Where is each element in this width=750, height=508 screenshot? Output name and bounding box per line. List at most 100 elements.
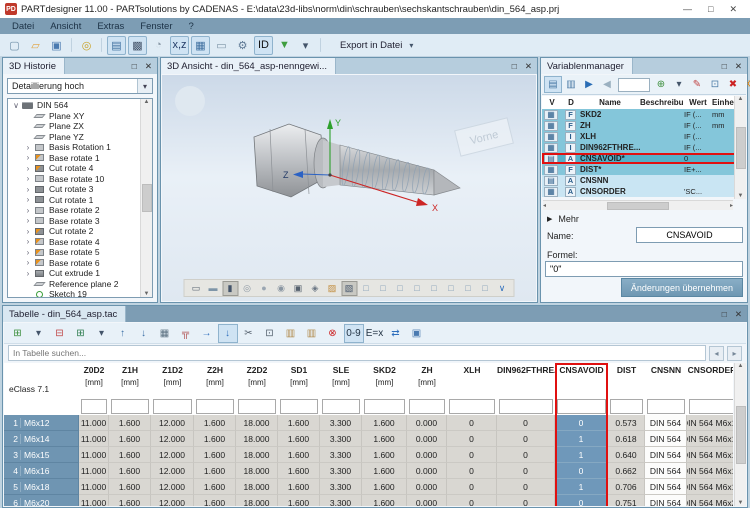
table-cell[interactable]: 1.600 [362,463,407,479]
tree-expander-icon[interactable]: › [23,185,33,194]
more-views-icon[interactable]: ∨ [494,281,510,296]
search-prev-icon[interactable]: ◂ [709,346,724,361]
panel-close-button[interactable]: ✕ [145,61,152,72]
table-cell[interactable]: 0.000 [407,431,447,447]
tree-scrollbar[interactable]: ▲ ▼ [140,99,152,297]
table-cell[interactable]: 1.600 [194,447,236,463]
table-cell[interactable]: DIN 564 M6x14 [687,431,733,447]
table-cell[interactable]: 0.751 [608,495,645,506]
copy-variable-icon[interactable]: ⊡ [706,76,724,93]
numeric-display-toggle-icon[interactable]: 0-9 [344,324,364,343]
3d-viewport[interactable]: Vorne Y [162,75,536,301]
panel-maximize-button[interactable]: □ [722,61,727,71]
panel-maximize-button[interactable]: □ [722,309,727,319]
tree-expander-icon[interactable]: › [23,153,33,162]
texture-icon[interactable]: ▨ [324,281,340,296]
history-tree-item[interactable]: › Base rotate 1 [8,153,140,164]
tree-expander-icon[interactable]: › [23,164,33,173]
add-assembly-caret-icon[interactable]: ▾ [92,324,112,343]
table-cell[interactable]: 0 [497,479,555,495]
table-cell[interactable]: 18.000 [236,463,278,479]
history-tree-item[interactable]: › Base rotate 6 [8,258,140,269]
table-cell[interactable]: DIN 564 M6x15 [687,447,733,463]
history-tree-item[interactable]: › Base rotate 2 [8,205,140,216]
delete-row-icon[interactable]: ⊟ [50,324,70,343]
table-cell[interactable]: 18.000 [236,431,278,447]
table-cell[interactable]: DIN 564 M6x12 [687,415,733,431]
table-cell[interactable]: 0.706 [608,479,645,495]
render-wireframe-icon[interactable]: ▭ [188,281,204,296]
column-header[interactable]: SKD2 [362,365,407,375]
tree-expander-icon[interactable]: › [23,195,33,204]
table-row[interactable]: 3 M6x15 11.000 1.600 12.000 1.600 18.000… [4,447,733,463]
toolbar-separator[interactable] [71,38,72,52]
zoom-icon[interactable]: ◎ [77,36,96,55]
column-filter-input[interactable] [322,399,360,414]
view-cube-icon[interactable]: □ [460,281,476,296]
standard-view-icon[interactable]: ◈ [307,281,323,296]
table-cell[interactable]: 0.000 [407,447,447,463]
table-panel-toggle-icon[interactable]: ▦ [191,36,210,55]
table-cell[interactable]: 1.600 [194,415,236,431]
layout-rows-icon[interactable]: ▤ [544,76,562,93]
panel-close-button[interactable]: ✕ [735,309,742,320]
table-cell[interactable]: 11.000 [79,415,109,431]
history-tree-item[interactable]: ∨ DIN 564 [8,100,140,111]
sketcher-toggle-icon[interactable]: ▩ [128,36,147,55]
detail-level-combobox[interactable]: Detaillierung hoch ▾ [7,78,153,94]
table-cell[interactable]: 1.600 [278,495,320,506]
table-cell[interactable]: DIN 564 [645,479,687,495]
history-panel-toggle-icon[interactable]: ▤ [107,36,126,55]
close-button[interactable]: ✕ [729,4,737,15]
minimize-button[interactable]: — [683,4,692,15]
zoom-all-icon[interactable]: ◎ [239,281,255,296]
table-cell[interactable]: 0 [447,431,497,447]
transfer-down-icon[interactable]: ↓ [218,324,238,343]
variable-row[interactable]: ▦ I XLH IF (... [542,131,736,142]
column-header[interactable]: Einheit [712,98,736,107]
tree-expander-icon[interactable]: › [23,248,33,257]
table-cell[interactable]: DIN 564 [645,415,687,431]
table-cell[interactable]: 18.000 [236,415,278,431]
table-cell[interactable]: 3.300 [320,479,362,495]
scroll-right-icon[interactable]: ▸ [730,202,733,209]
table-cell[interactable]: 1.600 [362,447,407,463]
table-cell[interactable]: 1.600 [194,479,236,495]
toolbar-separator[interactable] [101,38,102,52]
table-vscrollbar[interactable]: ▲ ▼ [734,363,746,506]
cut-icon[interactable]: ✂ [239,324,259,343]
table-cell[interactable]: DIN 564 M6x18 [687,479,733,495]
table-cell[interactable]: 1.600 [362,479,407,495]
table-cell[interactable]: 18.000 [236,479,278,495]
tree-expander-icon[interactable]: › [23,206,33,215]
table-cell[interactable]: DIN 564 [645,495,687,506]
table-cell[interactable]: 1.600 [362,495,407,506]
table-cell[interactable]: 1.600 [278,415,320,431]
view-cube-icon[interactable]: □ [392,281,408,296]
history-tree-item[interactable]: Plane ZX [8,121,140,132]
tree-expander-icon[interactable]: › [23,269,33,278]
apply-changes-button[interactable]: Änderungen übernehmen [621,278,743,297]
tree-expander-icon[interactable]: › [23,174,33,183]
table-cell[interactable]: DIN 564 [645,431,687,447]
column-filter-input[interactable] [364,399,405,414]
search-next-icon[interactable]: ▸ [727,346,742,361]
tree-expander-icon[interactable]: › [23,227,33,236]
tree-expander-icon[interactable]: ∨ [11,101,21,110]
tree-expander-icon[interactable]: › [23,143,33,152]
variable-filter-input[interactable] [618,78,650,92]
column-filter-input[interactable] [557,399,606,414]
add-row-caret-icon[interactable]: ▾ [29,324,49,343]
column-filter-input[interactable] [409,399,445,414]
xyz-coordinates-toggle-icon[interactable]: x,z [170,36,189,55]
variable-table-vscrollbar[interactable]: ▲ ▼ [734,96,746,199]
paste-special-icon[interactable]: ▥ [302,324,322,343]
formula-display-toggle-icon[interactable]: E=x [365,324,385,343]
column-filter-input[interactable] [610,399,643,414]
save-table-icon[interactable]: ▣ [407,324,427,343]
table-cell[interactable]: DIN 564 M6x16 [687,463,733,479]
add-variable-caret-icon[interactable]: ▾ [670,76,688,93]
layout-columns-icon[interactable]: ▥ [562,76,580,93]
mehr-expander[interactable]: ▶ Mehr [547,214,579,224]
variable-row[interactable]: ▦ A CNSORDER 'SC... [542,186,736,197]
